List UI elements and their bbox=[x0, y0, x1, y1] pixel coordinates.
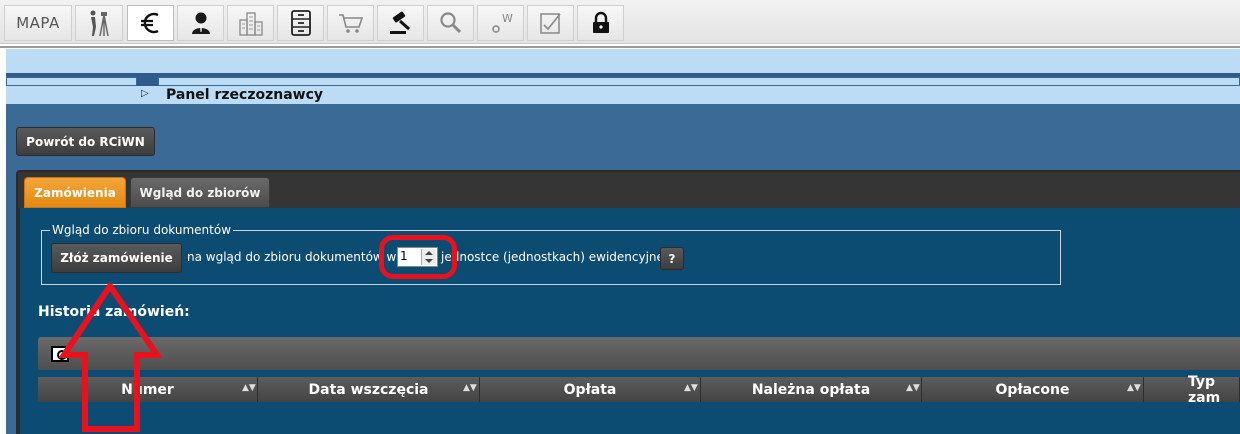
strip-segment-left bbox=[6, 77, 137, 86]
expand-arrow-icon[interactable]: ▷ bbox=[141, 88, 149, 99]
svg-text:W: W bbox=[502, 12, 513, 25]
column-header[interactable]: Data wszczęcia bbox=[258, 377, 480, 402]
cart-button[interactable] bbox=[327, 5, 374, 41]
finance-button[interactable] bbox=[127, 5, 174, 41]
search-icon bbox=[439, 12, 461, 34]
grid-body bbox=[38, 402, 1240, 434]
column-label: Należna opłata bbox=[751, 381, 871, 398]
sort-icon[interactable]: ▲▼ bbox=[463, 383, 477, 393]
highlight-ring bbox=[379, 235, 457, 279]
sort-icon[interactable]: ▲▼ bbox=[684, 383, 698, 393]
column-label: Typ zam bbox=[1188, 373, 1221, 406]
back-button[interactable]: Powrót do RCiWN bbox=[16, 127, 155, 156]
panel-title[interactable]: Panel rzeczoznawcy bbox=[166, 87, 323, 103]
lock-button[interactable] bbox=[577, 5, 624, 41]
help-button[interactable]: ? bbox=[660, 247, 684, 270]
sign-button[interactable] bbox=[527, 5, 574, 41]
tab-orders[interactable]: Zamówienia bbox=[24, 177, 126, 208]
appraiser-button[interactable] bbox=[177, 5, 224, 41]
buildings-icon bbox=[238, 12, 263, 36]
sort-icon[interactable]: ▲▼ bbox=[906, 383, 920, 393]
header-divider bbox=[0, 46, 1240, 48]
lock-icon bbox=[592, 11, 609, 33]
annotation-arrow-icon bbox=[58, 283, 162, 432]
euro-icon bbox=[140, 12, 159, 34]
column-label: Opłata bbox=[563, 381, 617, 398]
registry-button[interactable] bbox=[277, 5, 324, 41]
top-toolbar: MAPA W bbox=[0, 0, 1240, 44]
search-button[interactable] bbox=[427, 5, 474, 41]
cart-icon bbox=[338, 14, 363, 33]
map-button-label: MAPA bbox=[16, 14, 60, 32]
court-button[interactable] bbox=[377, 5, 424, 41]
buildings-button[interactable] bbox=[227, 5, 274, 41]
map-button[interactable]: MAPA bbox=[4, 5, 72, 41]
surveyor-icon bbox=[90, 10, 109, 37]
order-text-after: jednostce (jednostkach) ewidencyjnej bbox=[441, 250, 668, 264]
header-band bbox=[6, 49, 1240, 73]
order-legend: Wgląd do zbioru dokumentów bbox=[50, 223, 234, 237]
sort-icon[interactable]: ▲▼ bbox=[242, 383, 256, 393]
grid-toolbar bbox=[38, 337, 1240, 370]
submit-order-button[interactable]: Złóż zamówienie bbox=[51, 243, 182, 273]
column-header[interactable]: Typ zam bbox=[1144, 374, 1240, 406]
column-label: Opłacone bbox=[995, 381, 1070, 398]
column-header[interactable]: Opłata bbox=[480, 377, 701, 402]
sort-icon[interactable]: ▲▼ bbox=[1127, 383, 1141, 393]
w-button[interactable]: W bbox=[477, 5, 524, 41]
signed-doc-icon bbox=[539, 13, 561, 34]
column-header[interactable]: Opłacone bbox=[922, 377, 1144, 402]
cabinet-icon bbox=[290, 10, 311, 36]
gavel-icon bbox=[389, 11, 410, 34]
strip-segment-right bbox=[158, 77, 1240, 86]
column-header[interactable]: Należna opłata bbox=[701, 377, 922, 402]
user-icon bbox=[191, 12, 210, 34]
order-text-before: na wgląd do zbioru dokumentów w bbox=[187, 250, 397, 264]
column-label: Data wszczęcia bbox=[308, 381, 429, 398]
surveyor-button[interactable] bbox=[75, 5, 123, 41]
w-settings-icon: W bbox=[491, 12, 513, 33]
tab-collections[interactable]: Wgląd do zbiorów bbox=[130, 177, 270, 208]
